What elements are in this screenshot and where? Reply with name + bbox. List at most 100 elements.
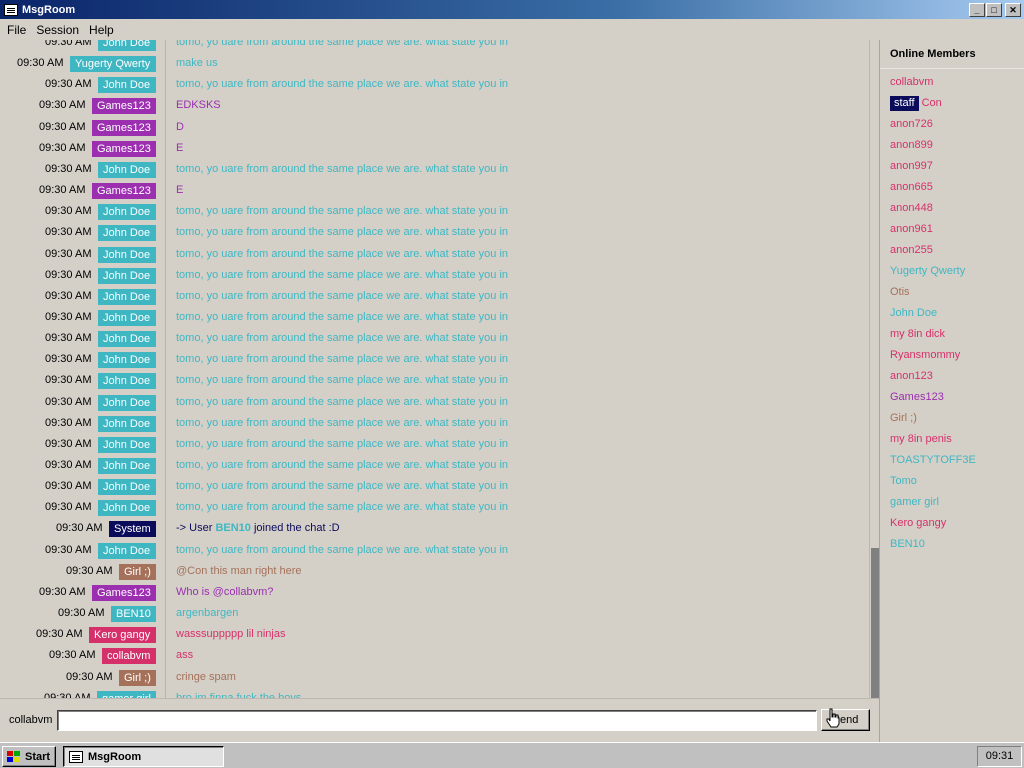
message-username-tag[interactable]: John Doe	[98, 543, 156, 559]
chat-log[interactable]: 09:30 AM John Doe tomo, yo uare from aroun…	[0, 40, 869, 698]
member-item[interactable]: Girl ;)	[890, 410, 917, 427]
message-timestamp: 09:30 AM	[45, 353, 92, 365]
minimize-button[interactable]: _	[969, 2, 985, 17]
message-username-tag[interactable]: Kero gangy	[89, 627, 156, 643]
chat-message: 09:30 AM John Doe tomo, yo uare from aroun…	[0, 436, 869, 453]
staff-badge: staff	[890, 96, 919, 111]
member-item[interactable]: my 8in dick	[890, 326, 945, 343]
input-bar: collabvm Send	[0, 698, 879, 742]
message-username-tag[interactable]: Games123	[92, 141, 156, 157]
message-username-tag[interactable]: System	[109, 521, 156, 537]
hand-cursor-icon	[826, 708, 840, 728]
message-username-tag[interactable]: John Doe	[98, 268, 156, 284]
member-item[interactable]: my 8in penis	[890, 431, 952, 448]
member-item[interactable]: anon961	[890, 221, 933, 238]
message-username-tag[interactable]: John Doe	[98, 225, 156, 241]
member-item[interactable]: Yugerty Qwerty	[890, 263, 965, 280]
chat-scrollbar[interactable]	[869, 40, 879, 738]
member-item[interactable]: John Doe	[890, 305, 937, 322]
member-name: anon899	[890, 139, 933, 151]
chat-message: 09:30 AM John Doe tomo, yo uare from aroun…	[0, 76, 869, 93]
chat-message: 09:30 AM Games123 EDKSKS	[0, 97, 869, 114]
message-username-tag[interactable]: Girl ;)	[119, 670, 156, 686]
message-username-tag[interactable]: John Doe	[98, 40, 156, 51]
message-username-tag[interactable]: Games123	[92, 120, 156, 136]
message-timestamp: 09:30 AM	[45, 290, 92, 302]
member-item[interactable]: Ryansmommy	[890, 347, 960, 364]
member-item[interactable]: TOASTYTOFF3E	[890, 452, 976, 469]
message-input[interactable]	[57, 710, 817, 731]
member-item[interactable]: collabvm	[890, 74, 933, 91]
message-username-tag[interactable]: John Doe	[98, 204, 156, 220]
member-name: Tomo	[890, 475, 917, 487]
menu-help[interactable]: Help	[84, 23, 119, 37]
member-item[interactable]: gamer girl	[890, 494, 939, 511]
start-button[interactable]: Start	[2, 746, 56, 767]
member-item[interactable]: staff Con	[890, 95, 942, 112]
member-item[interactable]: Games123	[890, 389, 944, 406]
member-name: Con	[921, 97, 942, 109]
message-timestamp: 09:30 AM	[45, 480, 92, 492]
message-username-tag[interactable]: gamer girl	[97, 691, 156, 698]
member-item[interactable]: Tomo	[890, 473, 917, 490]
message-username-tag[interactable]: Games123	[92, 585, 156, 601]
message-username-tag[interactable]: John Doe	[98, 310, 156, 326]
message-username-tag[interactable]: John Doe	[98, 437, 156, 453]
member-item[interactable]: anon726	[890, 116, 933, 133]
menu-bar: File Session Help	[0, 19, 1024, 40]
chat-message: 09:30 AM Games123 E	[0, 140, 869, 157]
system-text-suffix: joined the chat :D	[250, 522, 340, 534]
message-username-tag[interactable]: John Doe	[98, 352, 156, 368]
member-item[interactable]: anon255	[890, 242, 933, 259]
chat-message: 09:30 AM John Doe tomo, yo uare from aroun…	[0, 499, 869, 516]
message-username-tag[interactable]: collabvm	[102, 648, 156, 664]
menu-session[interactable]: Session	[31, 23, 84, 37]
message-timestamp: 09:30 AM	[45, 40, 92, 48]
message-username-tag[interactable]: John Doe	[98, 479, 156, 495]
message-username-tag[interactable]: BEN10	[111, 606, 156, 622]
message-username-tag[interactable]: John Doe	[98, 500, 156, 516]
message-username-tag[interactable]: John Doe	[98, 416, 156, 432]
message-text: tomo, yo uare from around the same place…	[176, 396, 509, 408]
message-username-tag[interactable]: John Doe	[98, 373, 156, 389]
member-name: BEN10	[890, 538, 925, 550]
chat-message: 09:30 AM Games123 D	[0, 119, 869, 136]
title-bar[interactable]: MsgRoom _ □ ✕	[0, 0, 1024, 19]
chat-message: 09:30 AM John Doe tomo, yo uare from aroun…	[0, 415, 869, 432]
message-username-tag[interactable]: John Doe	[98, 331, 156, 347]
maximize-button[interactable]: □	[986, 2, 1002, 17]
chat-message: 09:30 AM John Doe tomo, yo uare from aroun…	[0, 542, 869, 559]
member-item[interactable]: anon665	[890, 179, 933, 196]
message-username-tag[interactable]: Games123	[92, 98, 156, 114]
message-text: tomo, yo uare from around the same place…	[176, 205, 509, 217]
message-username-tag[interactable]: John Doe	[98, 458, 156, 474]
member-item[interactable]: anon899	[890, 137, 933, 154]
message-username-tag[interactable]: Girl ;)	[119, 564, 156, 580]
message-timestamp: 09:30 AM	[45, 78, 92, 90]
chat-message: 09:30 AM John Doe tomo, yo uare from aroun…	[0, 478, 869, 495]
message-timestamp: 09:30 AM	[66, 671, 113, 683]
taskbar-app-button[interactable]: MsgRoom	[63, 746, 224, 767]
message-timestamp: 09:30 AM	[45, 501, 92, 513]
message-username-tag[interactable]: John Doe	[98, 77, 156, 93]
message-username-tag[interactable]: Yugerty Qwerty	[70, 56, 156, 72]
member-item[interactable]: Otis	[890, 284, 910, 301]
member-item[interactable]: anon448	[890, 200, 933, 217]
message-timestamp: 09:30 AM	[45, 544, 92, 556]
message-text: wasssuppppp lil ninjas	[176, 628, 286, 640]
message-username-tag[interactable]: John Doe	[98, 395, 156, 411]
chat-message: 09:30 AM John Doe tomo, yo uare from aroun…	[0, 203, 869, 220]
member-item[interactable]: BEN10	[890, 536, 925, 553]
chat-message: 09:30 AM System -> User BEN10 joined the c…	[0, 520, 869, 537]
message-username-tag[interactable]: John Doe	[98, 162, 156, 178]
close-button[interactable]: ✕	[1005, 2, 1021, 17]
menu-file[interactable]: File	[2, 23, 31, 37]
member-name: anon665	[890, 181, 933, 193]
member-item[interactable]: Kero gangy	[890, 515, 946, 532]
member-item[interactable]: anon123	[890, 368, 933, 385]
message-username-tag[interactable]: John Doe	[98, 289, 156, 305]
members-panel: Online Members collabvm staff Con anon726 an…	[879, 40, 1024, 742]
message-username-tag[interactable]: John Doe	[98, 247, 156, 263]
member-item[interactable]: anon997	[890, 158, 933, 175]
message-username-tag[interactable]: Games123	[92, 183, 156, 199]
